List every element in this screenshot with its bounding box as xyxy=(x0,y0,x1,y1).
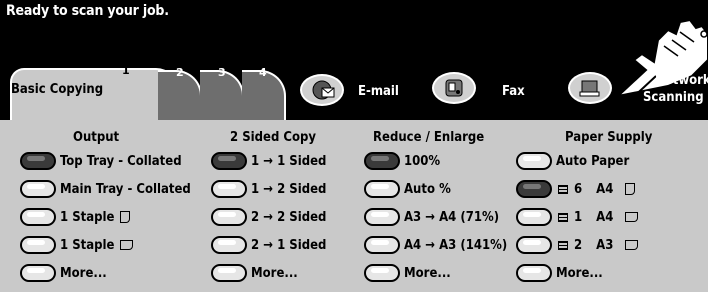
two-sided-option-2-2[interactable]: 2 → 2 Sided xyxy=(211,206,326,228)
radio-pill xyxy=(516,264,552,282)
paper-more-button[interactable]: More... xyxy=(516,262,603,284)
output-more-button[interactable]: More... xyxy=(20,262,107,284)
radio-pill xyxy=(364,236,400,254)
output-header: Output xyxy=(73,130,120,145)
radio-pill xyxy=(364,264,400,282)
landscape-orientation-icon xyxy=(625,212,639,222)
tab-network-scanning-label-line1[interactable]: Network xyxy=(655,73,708,88)
output-option-staple-portrait[interactable]: 1 Staple xyxy=(20,206,131,228)
output-option-staple-landscape[interactable]: 1 Staple xyxy=(20,234,134,256)
tab-number-4: 4 xyxy=(259,66,267,79)
paper-tray-icon xyxy=(558,240,568,250)
paper-supply-header: Paper Supply xyxy=(565,130,653,145)
paper-option-tray-6[interactable]: 6 A4 xyxy=(516,178,636,200)
radio-pill xyxy=(516,180,552,198)
paper-option-auto[interactable]: Auto Paper xyxy=(516,150,629,172)
email-icon[interactable] xyxy=(300,74,344,106)
radio-pill xyxy=(516,152,552,170)
tab-email-label[interactable]: E-mail xyxy=(358,84,399,99)
tab-fax-label[interactable]: Fax xyxy=(502,84,525,99)
radio-pill xyxy=(211,264,247,282)
radio-pill xyxy=(364,180,400,198)
radio-pill xyxy=(211,152,247,170)
tab-network-scanning-label-line2[interactable]: Scanning xyxy=(643,90,704,105)
copier-screen: Ready to scan your job. Basic Copying 1 … xyxy=(0,0,708,292)
reduce-more-button[interactable]: More... xyxy=(364,262,451,284)
output-option-main-tray[interactable]: Main Tray - Collated xyxy=(20,178,191,200)
portrait-staple-icon xyxy=(120,211,131,223)
reduce-enlarge-header: Reduce / Enlarge xyxy=(373,130,485,145)
tab-number-3: 3 xyxy=(218,66,226,79)
two-sided-more-button[interactable]: More... xyxy=(211,262,298,284)
output-option-top-tray[interactable]: Top Tray - Collated xyxy=(20,150,182,172)
radio-pill xyxy=(516,236,552,254)
paper-option-tray-1[interactable]: 1 A4 xyxy=(516,206,639,228)
tab-bar: Basic Copying 1 2 3 4 E-mail Fax Network… xyxy=(0,48,708,120)
status-message: Ready to scan your job. xyxy=(6,3,169,19)
radio-pill xyxy=(20,264,56,282)
reduce-option-a3-a4[interactable]: A3 → A4 (71%) xyxy=(364,206,499,228)
radio-pill xyxy=(211,236,247,254)
basic-copying-panel: Output Top Tray - Collated Main Tray - C… xyxy=(0,120,708,292)
tab-number-1: 1 xyxy=(122,64,130,77)
radio-pill xyxy=(364,208,400,226)
radio-pill xyxy=(20,180,56,198)
reduce-option-a4-a3[interactable]: A4 → A3 (141%) xyxy=(364,234,507,256)
radio-pill xyxy=(211,180,247,198)
radio-pill xyxy=(20,236,56,254)
network-scanning-icon[interactable] xyxy=(568,72,612,104)
two-sided-option-2-1[interactable]: 2 → 1 Sided xyxy=(211,234,326,256)
portrait-orientation-icon xyxy=(625,183,636,195)
radio-pill xyxy=(20,208,56,226)
paper-tray-icon xyxy=(558,184,568,194)
two-sided-option-1-2[interactable]: 1 → 2 Sided xyxy=(211,178,326,200)
paper-tray-icon xyxy=(558,212,568,222)
tab-number-2: 2 xyxy=(176,66,184,79)
tab-basic-copying-label: Basic Copying xyxy=(11,82,104,97)
radio-pill xyxy=(364,152,400,170)
two-sided-header: 2 Sided Copy xyxy=(230,130,316,145)
radio-pill xyxy=(516,208,552,226)
fax-icon[interactable] xyxy=(432,72,476,104)
paper-option-tray-2[interactable]: 2 A3 xyxy=(516,234,639,256)
landscape-orientation-icon xyxy=(625,240,639,250)
radio-pill xyxy=(20,152,56,170)
reduce-option-auto[interactable]: Auto % xyxy=(364,178,451,200)
radio-pill xyxy=(211,208,247,226)
two-sided-option-1-1[interactable]: 1 → 1 Sided xyxy=(211,150,326,172)
landscape-staple-icon xyxy=(120,240,134,250)
reduce-option-100[interactable]: 100% xyxy=(364,150,440,172)
